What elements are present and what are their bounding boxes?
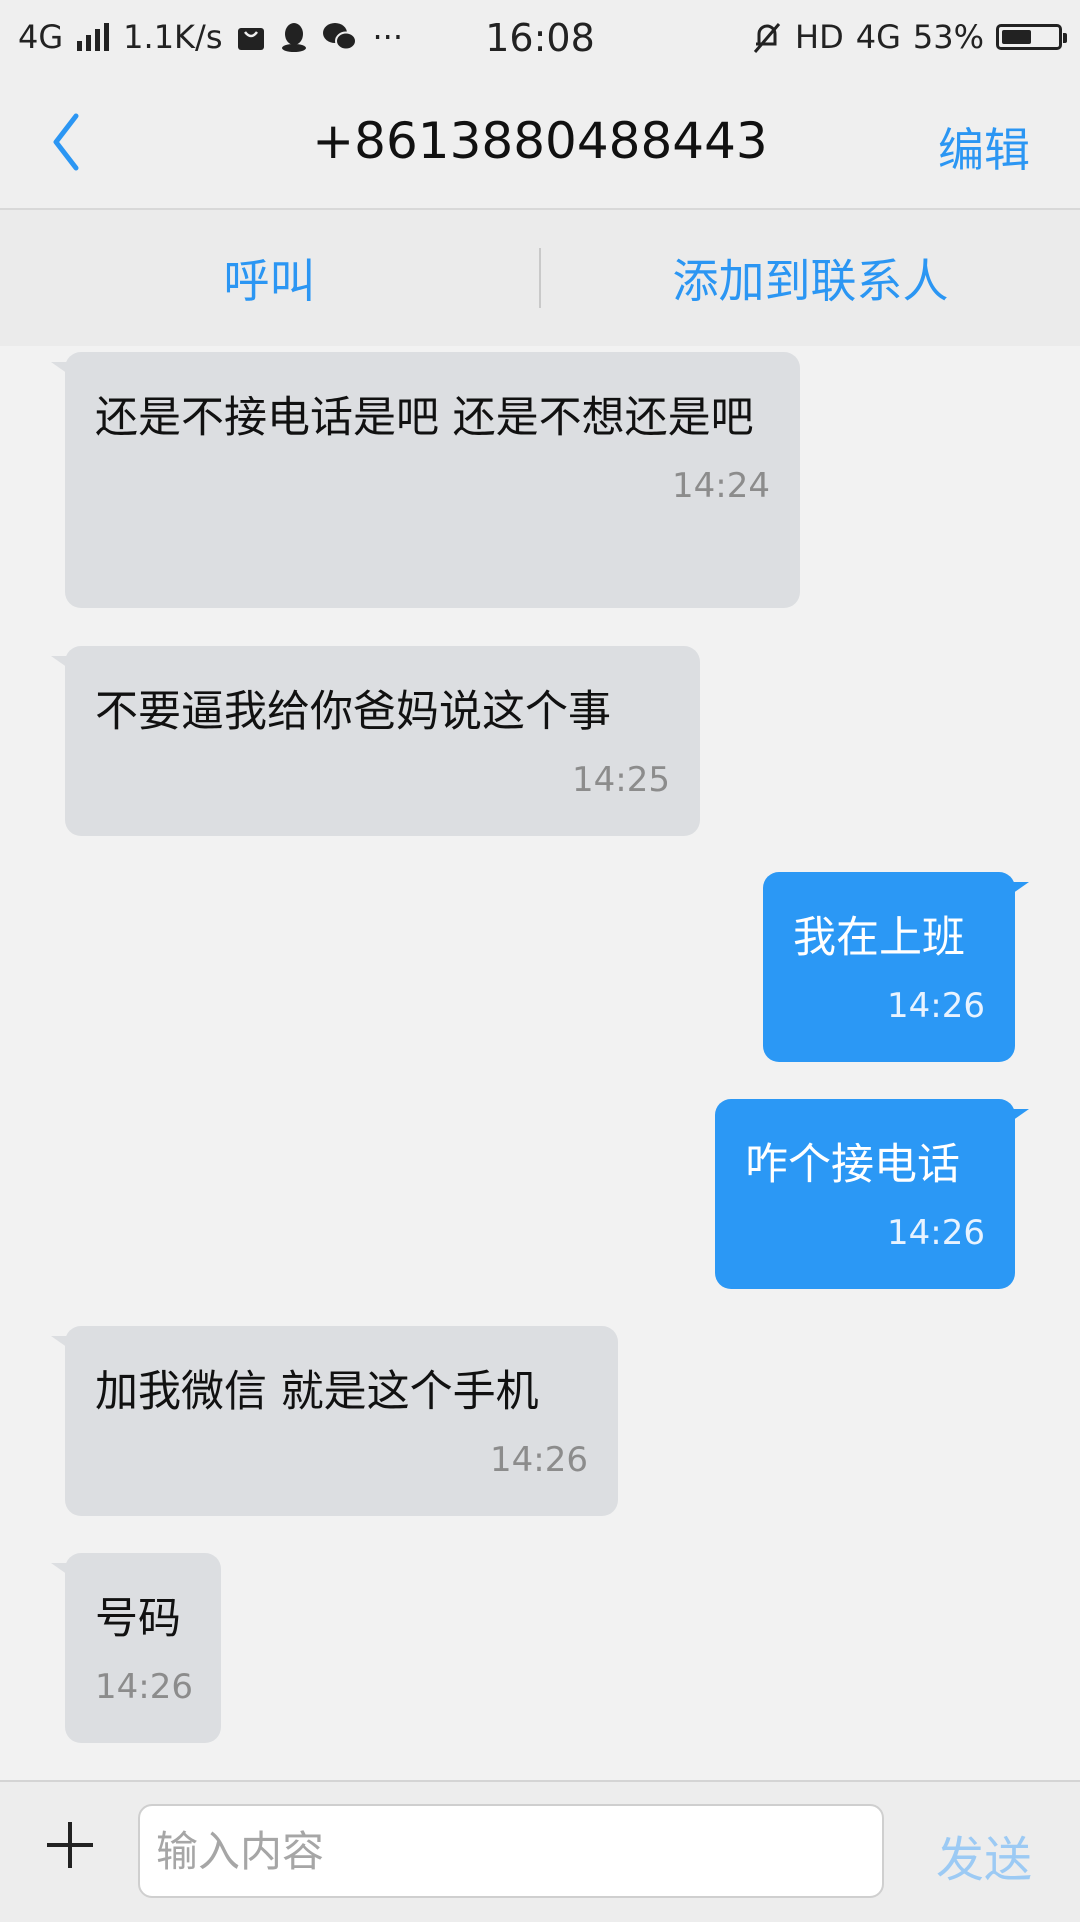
message-text: 不要逼我给你爸妈说这个事 [95, 687, 611, 737]
battery-percent: 53% [912, 18, 984, 56]
back-chevron-icon[interactable] [52, 110, 112, 174]
status-right: HD 4G 53% [751, 18, 1067, 56]
message-text: 加我微信 就是这个手机 [95, 1367, 539, 1417]
mute-bell-icon [753, 23, 781, 53]
message-text: 还是不接电话是吧 还是不想还是吧 [95, 393, 754, 443]
edit-button[interactable]: 编辑 [938, 114, 1030, 180]
message-text: 号码 [95, 1594, 181, 1644]
message-input[interactable] [138, 1804, 884, 1898]
battery-icon [996, 24, 1067, 50]
message-text: 咋个接电话 [745, 1140, 960, 1190]
message-bubble-outgoing[interactable]: 我在上班 14:26 [763, 872, 1029, 1062]
contact-phone-number: +8613880488443 [312, 112, 768, 170]
message-time: 14:25 [572, 760, 670, 800]
message-list[interactable]: 还是不接电话是吧 还是不想还是吧 14:24 不要逼我给你爸妈说这个事 14:2… [0, 346, 1080, 1780]
message-composer: 发送 [0, 1780, 1080, 1922]
add-attachment-icon[interactable] [42, 1814, 98, 1870]
message-text: 我在上班 [793, 913, 965, 963]
message-bubble-incoming[interactable]: 加我微信 就是这个手机 14:26 [51, 1326, 618, 1516]
message-bubble-incoming[interactable]: 不要逼我给你爸妈说这个事 14:25 [51, 646, 700, 836]
message-bubble-outgoing[interactable]: 咋个接电话 14:26 [715, 1099, 1029, 1289]
battery-fill [1002, 30, 1031, 44]
status-bar: 4G 1.1K/s ··· 16:08 HD 4G 53% [0, 0, 1080, 76]
network-type-secondary: 4G [855, 18, 901, 56]
call-button[interactable]: 呼叫 [0, 245, 539, 311]
message-time: 14:24 [672, 466, 770, 506]
message-time: 14:26 [887, 986, 985, 1026]
message-bubble-incoming[interactable]: 号码 14:26 [51, 1553, 221, 1743]
send-button[interactable]: 发送 [936, 1820, 1032, 1890]
conversation-header: +8613880488443 编辑 [0, 76, 1080, 210]
message-time: 14:26 [887, 1213, 985, 1253]
add-to-contacts-button[interactable]: 添加到联系人 [541, 245, 1080, 311]
message-time: 14:26 [490, 1440, 588, 1480]
message-time: 14:26 [95, 1667, 193, 1707]
contact-action-bar: 呼叫 添加到联系人 [0, 210, 1080, 346]
hd-indicator: HD [795, 18, 844, 56]
message-bubble-incoming[interactable]: 还是不接电话是吧 还是不想还是吧 14:24 [51, 352, 800, 608]
